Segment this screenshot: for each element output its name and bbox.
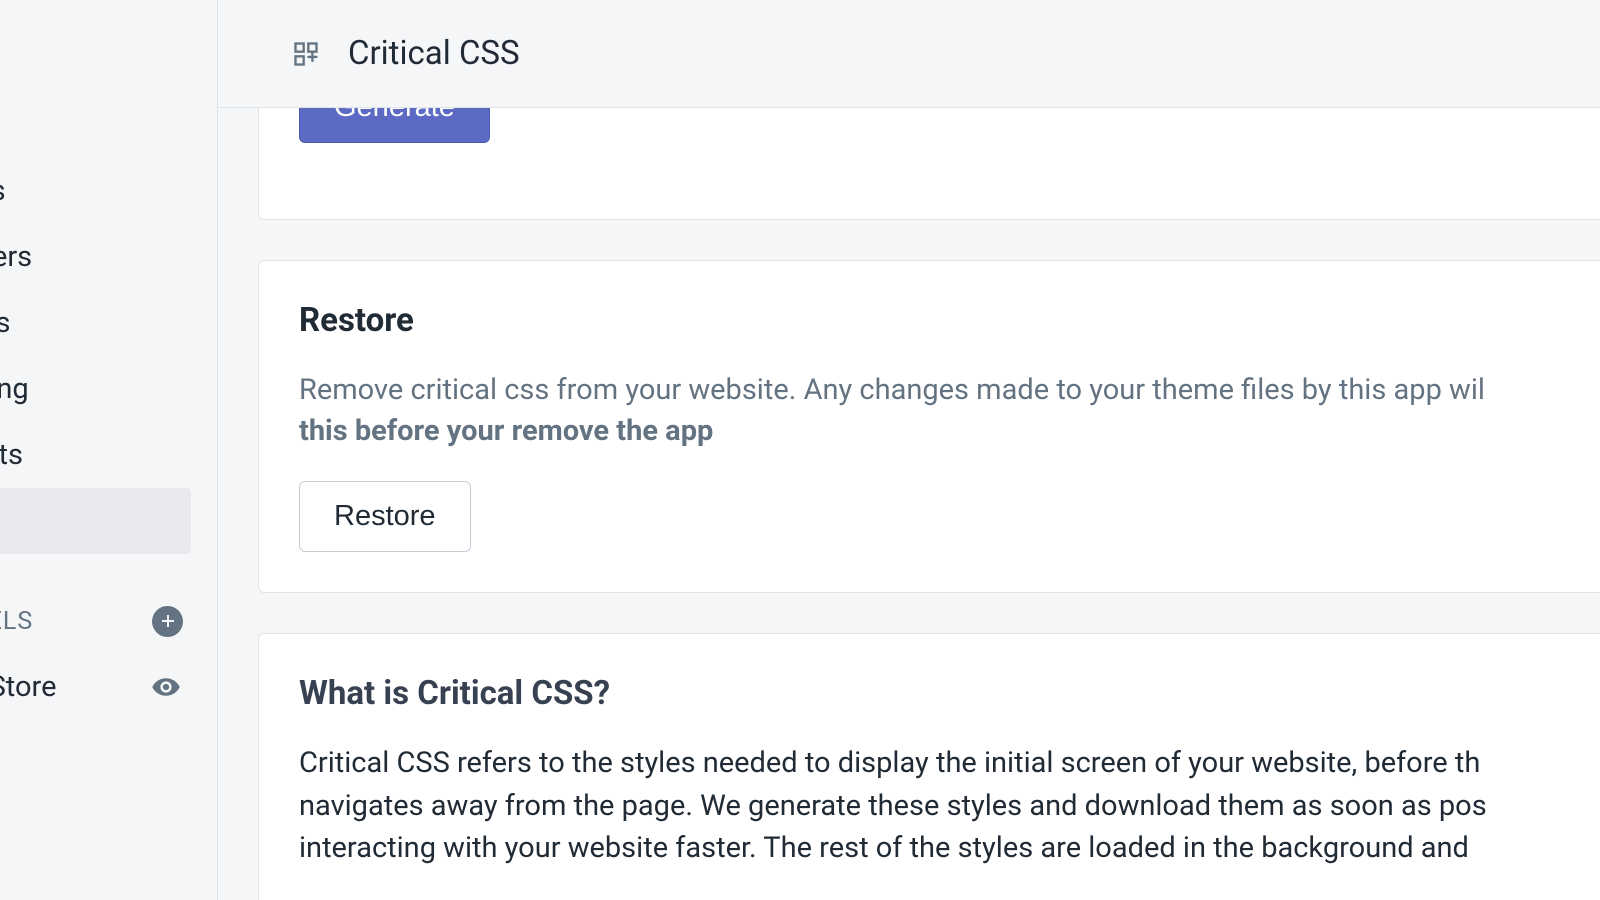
sidebar-channel-0[interactable]: ne Store [0,654,217,720]
info-body: Critical CSS refers to the styles needed… [299,743,1560,871]
sidebar-item-label: ounts [0,438,23,472]
sidebar-item-3[interactable]: omers [0,224,217,290]
sidebar-channel-label: ne Store [0,670,56,704]
sidebar-item-5[interactable]: keting [0,356,217,422]
sidebar-item-6[interactable]: ounts [0,422,217,488]
generate-button[interactable]: Generate [299,108,490,143]
main: Critical CSS Generate Restore Remove cri… [218,0,1600,900]
restore-body-line2: this before your remove the app [299,414,713,448]
app-icon [292,40,320,68]
sidebar-item-label: keting [0,372,29,406]
info-line-1: Critical CSS refers to the styles needed… [299,743,1560,784]
sidebar-item-label: ytics [0,306,10,340]
info-line-3: interacting with your website faster. Th… [299,828,1560,869]
sidebar-item-4[interactable]: ytics [0,290,217,356]
restore-body-line1: Remove critical css from your website. A… [299,373,1485,407]
sidebar: e rs ucts omers ytics keting ounts s NNE… [0,0,218,900]
card-info: What is Critical CSS? Critical CSS refer… [258,633,1600,900]
page-title: Critical CSS [348,34,520,73]
sidebar-item-2[interactable]: ucts [0,158,217,224]
add-channel-icon[interactable] [152,606,183,637]
restore-body: Remove critical css from your website. A… [299,370,1560,451]
sidebar-item-0[interactable]: e [0,26,217,92]
sidebar-section-title: NNELS [0,607,33,636]
info-heading: What is Critical CSS? [299,674,1560,713]
restore-button[interactable]: Restore [299,481,471,552]
sidebar-section-channels: NNELS [0,588,217,654]
titlebar: Critical CSS [218,0,1600,108]
view-icon[interactable] [149,670,183,704]
info-line-2: navigates away from the page. We generat… [299,786,1560,827]
content: Generate Restore Remove critical css fro… [218,108,1600,900]
card-generate: Generate [258,108,1600,220]
sidebar-item-7[interactable]: s [0,488,191,554]
card-restore: Restore Remove critical css from your we… [258,260,1600,593]
sidebar-item-label: omers [0,240,32,274]
sidebar-item-1[interactable]: rs [0,92,217,158]
restore-heading: Restore [299,301,1560,340]
sidebar-item-label: ucts [0,174,6,208]
